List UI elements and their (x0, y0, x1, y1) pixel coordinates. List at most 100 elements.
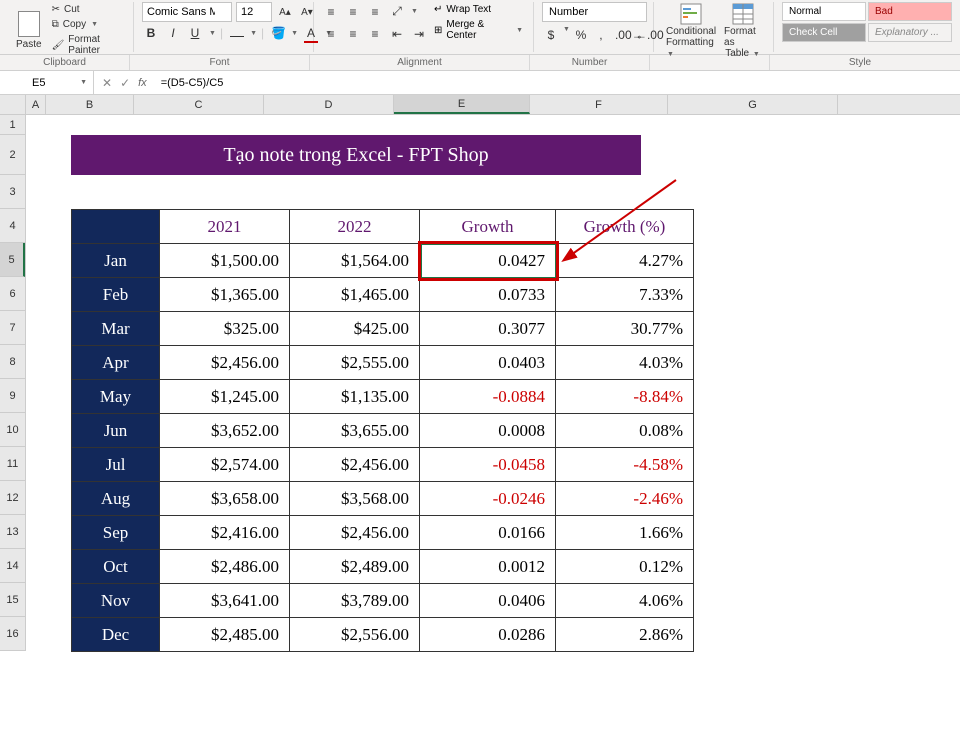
font-color-button[interactable]: A (302, 24, 320, 42)
align-bottom-button[interactable]: ≡ (366, 3, 384, 21)
growth-cell[interactable]: 0.0427 (420, 244, 556, 278)
growth-pct-cell[interactable]: -4.58% (556, 448, 694, 482)
growth-pct-cell[interactable]: 30.77% (556, 312, 694, 346)
growth-cell[interactable]: 0.0403 (420, 346, 556, 380)
row-header-4[interactable]: 4 (0, 209, 25, 243)
header-2022[interactable]: 2022 (290, 210, 420, 244)
growth-cell[interactable]: 0.0286 (420, 618, 556, 652)
align-left-button[interactable]: ≡ (322, 25, 340, 43)
row-header-7[interactable]: 7 (0, 311, 25, 345)
growth-pct-cell[interactable]: 2.86% (556, 618, 694, 652)
growth-pct-cell[interactable]: 4.27% (556, 244, 694, 278)
style-explanatory[interactable]: Explanatory ... (868, 23, 952, 42)
row-header-9[interactable]: 9 (0, 379, 25, 413)
value-2022-cell[interactable]: $3,655.00 (290, 414, 420, 448)
growth-cell[interactable]: -0.0458 (420, 448, 556, 482)
increase-font-button[interactable]: A▴ (276, 5, 294, 20)
col-header-e[interactable]: E (394, 95, 530, 114)
row-header-8[interactable]: 8 (0, 345, 25, 379)
align-right-button[interactable]: ≡ (366, 25, 384, 43)
header-2021[interactable]: 2021 (160, 210, 290, 244)
row-header-6[interactable]: 6 (0, 277, 25, 311)
growth-pct-cell[interactable]: 7.33% (556, 278, 694, 312)
number-format-select[interactable] (542, 2, 647, 22)
growth-pct-cell[interactable]: 4.03% (556, 346, 694, 380)
col-header-f[interactable]: F (530, 95, 668, 114)
row-header-10[interactable]: 10 (0, 413, 25, 447)
decrease-decimal-button[interactable]: ←.00 (632, 26, 650, 44)
col-header-g[interactable]: G (668, 95, 838, 114)
align-middle-button[interactable]: ≡ (344, 3, 362, 21)
row-header-15[interactable]: 15 (0, 583, 25, 617)
formula-input[interactable] (155, 71, 960, 94)
wrap-text-button[interactable]: ↵Wrap Text (432, 2, 525, 17)
value-2022-cell[interactable]: $3,789.00 (290, 584, 420, 618)
value-2021-cell[interactable]: $2,486.00 (160, 550, 290, 584)
month-cell[interactable]: Jun (72, 414, 160, 448)
col-header-c[interactable]: C (134, 95, 264, 114)
row-header-13[interactable]: 13 (0, 515, 25, 549)
month-cell[interactable]: Apr (72, 346, 160, 380)
sheet-body[interactable]: Tạo note trong Excel - FPT Shop 2021 202… (26, 115, 960, 651)
growth-pct-cell[interactable]: 1.66% (556, 516, 694, 550)
value-2022-cell[interactable]: $1,564.00 (290, 244, 420, 278)
row-header-5[interactable]: 5 (0, 243, 25, 277)
copy-button[interactable]: ⧉Copy▼ (50, 17, 125, 32)
style-bad[interactable]: Bad (868, 2, 952, 21)
month-cell[interactable]: Mar (72, 312, 160, 346)
value-2021-cell[interactable]: $325.00 (160, 312, 290, 346)
name-box[interactable]: E5 ▼ (26, 71, 94, 94)
border-button[interactable] (227, 24, 245, 42)
month-cell[interactable]: Jan (72, 244, 160, 278)
orientation-button[interactable]: ⤢ (388, 2, 406, 21)
increase-decimal-button[interactable]: .00→ (612, 26, 630, 44)
value-2022-cell[interactable]: $3,568.00 (290, 482, 420, 516)
style-check-cell[interactable]: Check Cell (782, 23, 866, 42)
header-blank[interactable] (72, 210, 160, 244)
row-header-3[interactable]: 3 (0, 175, 25, 209)
fill-color-button[interactable]: 🪣 (268, 24, 286, 42)
growth-cell[interactable]: 0.0008 (420, 414, 556, 448)
col-header-a[interactable]: A (26, 95, 46, 114)
growth-pct-cell[interactable]: -8.84% (556, 380, 694, 414)
paste-button[interactable]: Paste (12, 11, 46, 50)
month-cell[interactable]: May (72, 380, 160, 414)
value-2021-cell[interactable]: $3,652.00 (160, 414, 290, 448)
growth-cell[interactable]: 0.0166 (420, 516, 556, 550)
decrease-indent-button[interactable]: ⇤ (388, 25, 406, 43)
row-header-12[interactable]: 12 (0, 481, 25, 515)
align-top-button[interactable]: ≡ (322, 3, 340, 21)
row-header-11[interactable]: 11 (0, 447, 25, 481)
value-2022-cell[interactable]: $1,465.00 (290, 278, 420, 312)
format-as-table-button[interactable]: Format as Table ▼ (720, 2, 765, 59)
month-cell[interactable]: Oct (72, 550, 160, 584)
row-header-1[interactable]: 1 (0, 115, 25, 135)
value-2021-cell[interactable]: $2,416.00 (160, 516, 290, 550)
percent-button[interactable]: % (572, 26, 590, 44)
bold-button[interactable]: B (142, 24, 160, 42)
align-center-button[interactable]: ≡ (344, 25, 362, 43)
month-cell[interactable]: Sep (72, 516, 160, 550)
value-2022-cell[interactable]: $2,555.00 (290, 346, 420, 380)
row-header-2[interactable]: 2 (0, 135, 25, 175)
currency-button[interactable]: $ (542, 26, 560, 44)
month-cell[interactable]: Jul (72, 448, 160, 482)
month-cell[interactable]: Feb (72, 278, 160, 312)
growth-pct-cell[interactable]: 0.08% (556, 414, 694, 448)
header-growth[interactable]: Growth (420, 210, 556, 244)
cut-button[interactable]: ✂Cut (50, 2, 125, 17)
growth-cell[interactable]: 0.0733 (420, 278, 556, 312)
growth-cell[interactable]: -0.0246 (420, 482, 556, 516)
value-2022-cell[interactable]: $2,489.00 (290, 550, 420, 584)
value-2022-cell[interactable]: $2,456.00 (290, 516, 420, 550)
font-size-select[interactable] (236, 2, 272, 22)
value-2021-cell[interactable]: $1,500.00 (160, 244, 290, 278)
value-2021-cell[interactable]: $2,574.00 (160, 448, 290, 482)
value-2021-cell[interactable]: $2,485.00 (160, 618, 290, 652)
cancel-formula-icon[interactable]: ✕ (102, 76, 112, 90)
col-header-b[interactable]: B (46, 95, 134, 114)
growth-cell[interactable]: -0.0884 (420, 380, 556, 414)
growth-cell[interactable]: 0.0012 (420, 550, 556, 584)
growth-cell[interactable]: 0.0406 (420, 584, 556, 618)
underline-button[interactable]: U (186, 24, 204, 42)
